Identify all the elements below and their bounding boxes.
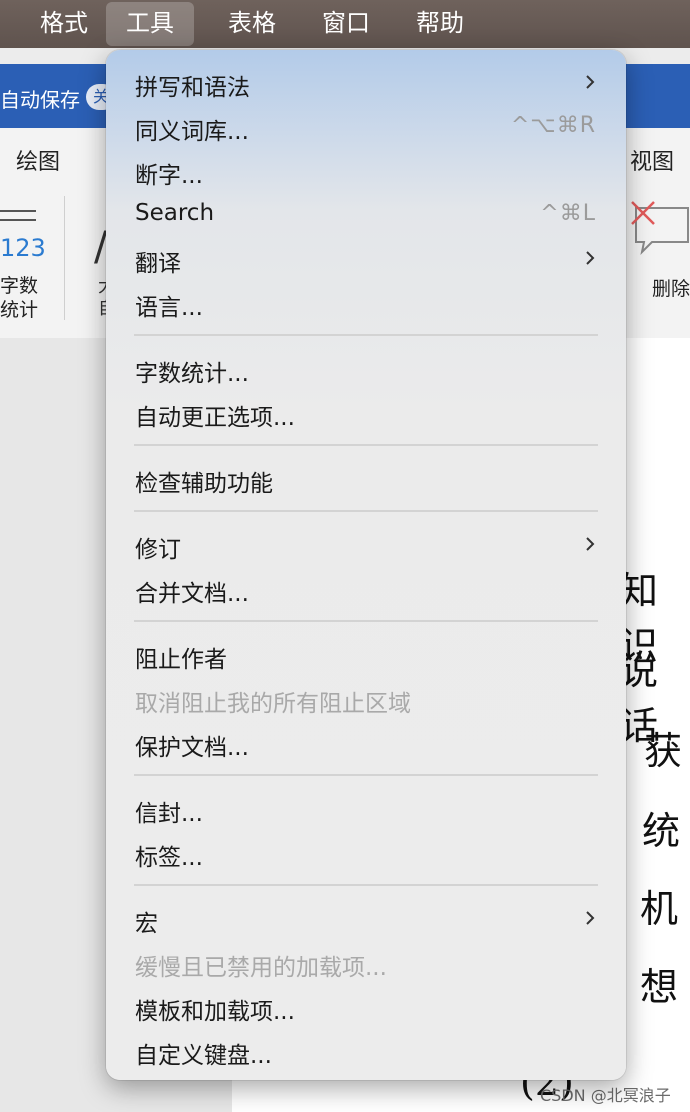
- menubar-window[interactable]: 窗口: [302, 0, 390, 48]
- delete-comment-icon[interactable]: [630, 200, 690, 260]
- menu-separator: [134, 510, 598, 512]
- menu-item-merge-documents[interactable]: 合并文档...: [106, 568, 626, 610]
- menu-separator: [134, 620, 598, 622]
- shortcut-label: ^⌥⌘R: [510, 113, 596, 138]
- menubar-tools-label: 工具: [126, 9, 174, 37]
- menu-item-label: 修订: [135, 537, 181, 563]
- menu-item-accessibility[interactable]: 检查辅助功能: [106, 458, 626, 500]
- word-count-button[interactable]: 字数 统计: [0, 274, 38, 322]
- menu-item-label: 合并文档...: [135, 581, 249, 607]
- doc-line: 想: [640, 965, 679, 1009]
- menu-item-label: 拼写和语法: [135, 75, 250, 101]
- menu-item-label: 语言...: [135, 295, 203, 321]
- menu-item-translate[interactable]: 翻译: [106, 238, 626, 280]
- menu-item-labels[interactable]: 标签...: [106, 832, 626, 874]
- word-count-label-1: 字数: [0, 275, 39, 297]
- menu-item-spelling-grammar[interactable]: 拼写和语法: [106, 62, 626, 104]
- menu-item-label: 阻止作者: [135, 647, 227, 673]
- menu-item-label: 断字...: [135, 163, 203, 189]
- menu-item-label: Search: [135, 200, 215, 226]
- chevron-right-icon: [586, 911, 595, 925]
- menu-item-block-authors[interactable]: 阻止作者: [106, 634, 626, 676]
- menu-item-autocorrect[interactable]: 自动更正选项...: [106, 392, 626, 434]
- menubar-tools[interactable]: 工具: [106, 2, 194, 46]
- chevron-right-icon: [586, 251, 595, 265]
- autosave-label: 自动保存: [0, 88, 80, 112]
- word-count-icon: [0, 210, 36, 234]
- menu-item-envelopes[interactable]: 信封...: [106, 788, 626, 830]
- menu-item-label: 字数统计...: [135, 361, 249, 387]
- menubar-window-label: 窗口: [322, 9, 370, 37]
- tab-view[interactable]: 视图: [630, 144, 674, 176]
- chevron-right-icon: [586, 537, 595, 551]
- menu-item-search[interactable]: Search ^⌘L: [106, 194, 626, 236]
- menu-bar: 格式 工具 表格 窗口 帮助: [0, 0, 690, 48]
- menubar-table[interactable]: 表格: [208, 0, 296, 48]
- tab-draw[interactable]: 绘图: [16, 144, 60, 176]
- menu-item-label: 宏: [135, 911, 158, 937]
- menu-item-word-count[interactable]: 字数统计...: [106, 348, 626, 390]
- menu-item-customize-keyboard[interactable]: 自定义键盘...: [106, 1030, 626, 1072]
- menu-item-protect-document[interactable]: 保护文档...: [106, 722, 626, 764]
- menubar-format-label: 格式: [40, 9, 88, 37]
- menu-separator: [134, 334, 598, 336]
- menu-item-label: 缓慢且已禁用的加载项...: [135, 955, 387, 981]
- menu-item-label: 自定义键盘...: [135, 1043, 272, 1069]
- menu-item-thesaurus[interactable]: 同义词库... ^⌥⌘R: [106, 106, 626, 148]
- menu-item-slow-addins: 缓慢且已禁用的加载项...: [106, 942, 626, 984]
- menubar-help[interactable]: 帮助: [396, 0, 484, 48]
- menu-item-label: 自动更正选项...: [135, 405, 295, 431]
- menu-item-label: 翻译: [135, 251, 181, 277]
- menu-item-templates-addins[interactable]: 模板和加载项...: [106, 986, 626, 1028]
- menu-item-macros[interactable]: 宏: [106, 898, 626, 940]
- word-count-number: 123: [0, 234, 46, 262]
- word-count-label-2: 统计: [0, 299, 39, 321]
- tools-menu: 拼写和语法 同义词库... ^⌥⌘R 断字... Search ^⌘L 翻译 语…: [106, 50, 626, 1080]
- menubar-format[interactable]: 格式: [20, 0, 108, 48]
- menu-item-unblock-regions: 取消阻止我的所有阻止区域: [106, 678, 626, 720]
- menu-item-language[interactable]: 语言...: [106, 282, 626, 324]
- doc-line: 机: [640, 887, 679, 931]
- delete-label: 删除: [652, 278, 690, 300]
- chevron-right-icon: [586, 75, 595, 89]
- doc-line: 统: [642, 809, 681, 853]
- doc-line: 获: [644, 729, 683, 773]
- menubar-table-label: 表格: [228, 9, 276, 37]
- menu-separator: [134, 444, 598, 446]
- watermark: CSDN @北冥浪子: [540, 1086, 671, 1105]
- menu-item-hyphenation[interactable]: 断字...: [106, 150, 626, 192]
- menu-separator: [134, 884, 598, 886]
- menu-item-label: 保护文档...: [135, 735, 249, 761]
- menu-item-label: 同义词库...: [135, 119, 249, 145]
- ribbon-divider: [64, 196, 65, 320]
- menu-item-track-changes[interactable]: 修订: [106, 524, 626, 566]
- menubar-help-label: 帮助: [416, 9, 464, 37]
- menu-item-label: 模板和加载项...: [135, 999, 295, 1025]
- menu-item-label: 标签...: [135, 845, 203, 871]
- menu-item-label: 信封...: [135, 801, 203, 827]
- menu-separator: [134, 774, 598, 776]
- menu-item-label: 取消阻止我的所有阻止区域: [135, 691, 411, 717]
- menu-item-label: 检查辅助功能: [135, 471, 273, 497]
- shortcut-label: ^⌘L: [540, 201, 596, 226]
